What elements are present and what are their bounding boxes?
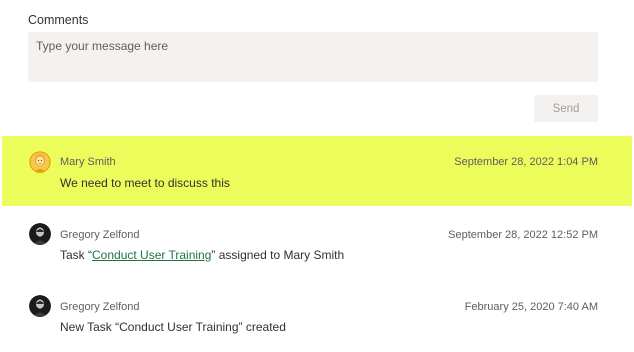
message-prefix: Task “ — [60, 248, 93, 262]
comment-author: Gregory Zelfond — [60, 301, 140, 313]
avatar — [29, 295, 51, 317]
person-photo-icon — [29, 295, 51, 317]
comment-input[interactable] — [28, 32, 598, 82]
message-suffix: ” assigned to Mary Smith — [211, 248, 345, 262]
comments-panel: Comments Send Mary Smith September 28, 2… — [0, 0, 634, 352]
comment-message: Task “Conduct User Training” assigned to… — [60, 248, 344, 262]
comments-heading: Comments — [28, 13, 89, 27]
avatar — [29, 151, 51, 173]
comment-entry: Gregory Zelfond February 25, 2020 7:40 A… — [0, 282, 634, 352]
avatar — [29, 223, 51, 245]
comment-entry: Gregory Zelfond September 28, 2022 12:52… — [0, 210, 634, 280]
send-button[interactable]: Send — [534, 95, 598, 122]
comment-author: Mary Smith — [60, 156, 116, 168]
comment-author: Gregory Zelfond — [60, 229, 140, 241]
comment-entry: Mary Smith September 28, 2022 1:04 PM We… — [2, 136, 632, 206]
comment-timestamp: September 28, 2022 1:04 PM — [454, 156, 598, 168]
person-photo-icon — [29, 223, 51, 245]
comment-message: New Task “Conduct User Training” created — [60, 320, 286, 334]
task-link[interactable]: Conduct User Training — [92, 248, 211, 262]
comment-message: We need to meet to discuss this — [60, 176, 230, 190]
comment-timestamp: September 28, 2022 12:52 PM — [448, 229, 598, 241]
comment-timestamp: February 25, 2020 7:40 AM — [464, 301, 598, 313]
person-avatar-icon — [29, 151, 51, 173]
